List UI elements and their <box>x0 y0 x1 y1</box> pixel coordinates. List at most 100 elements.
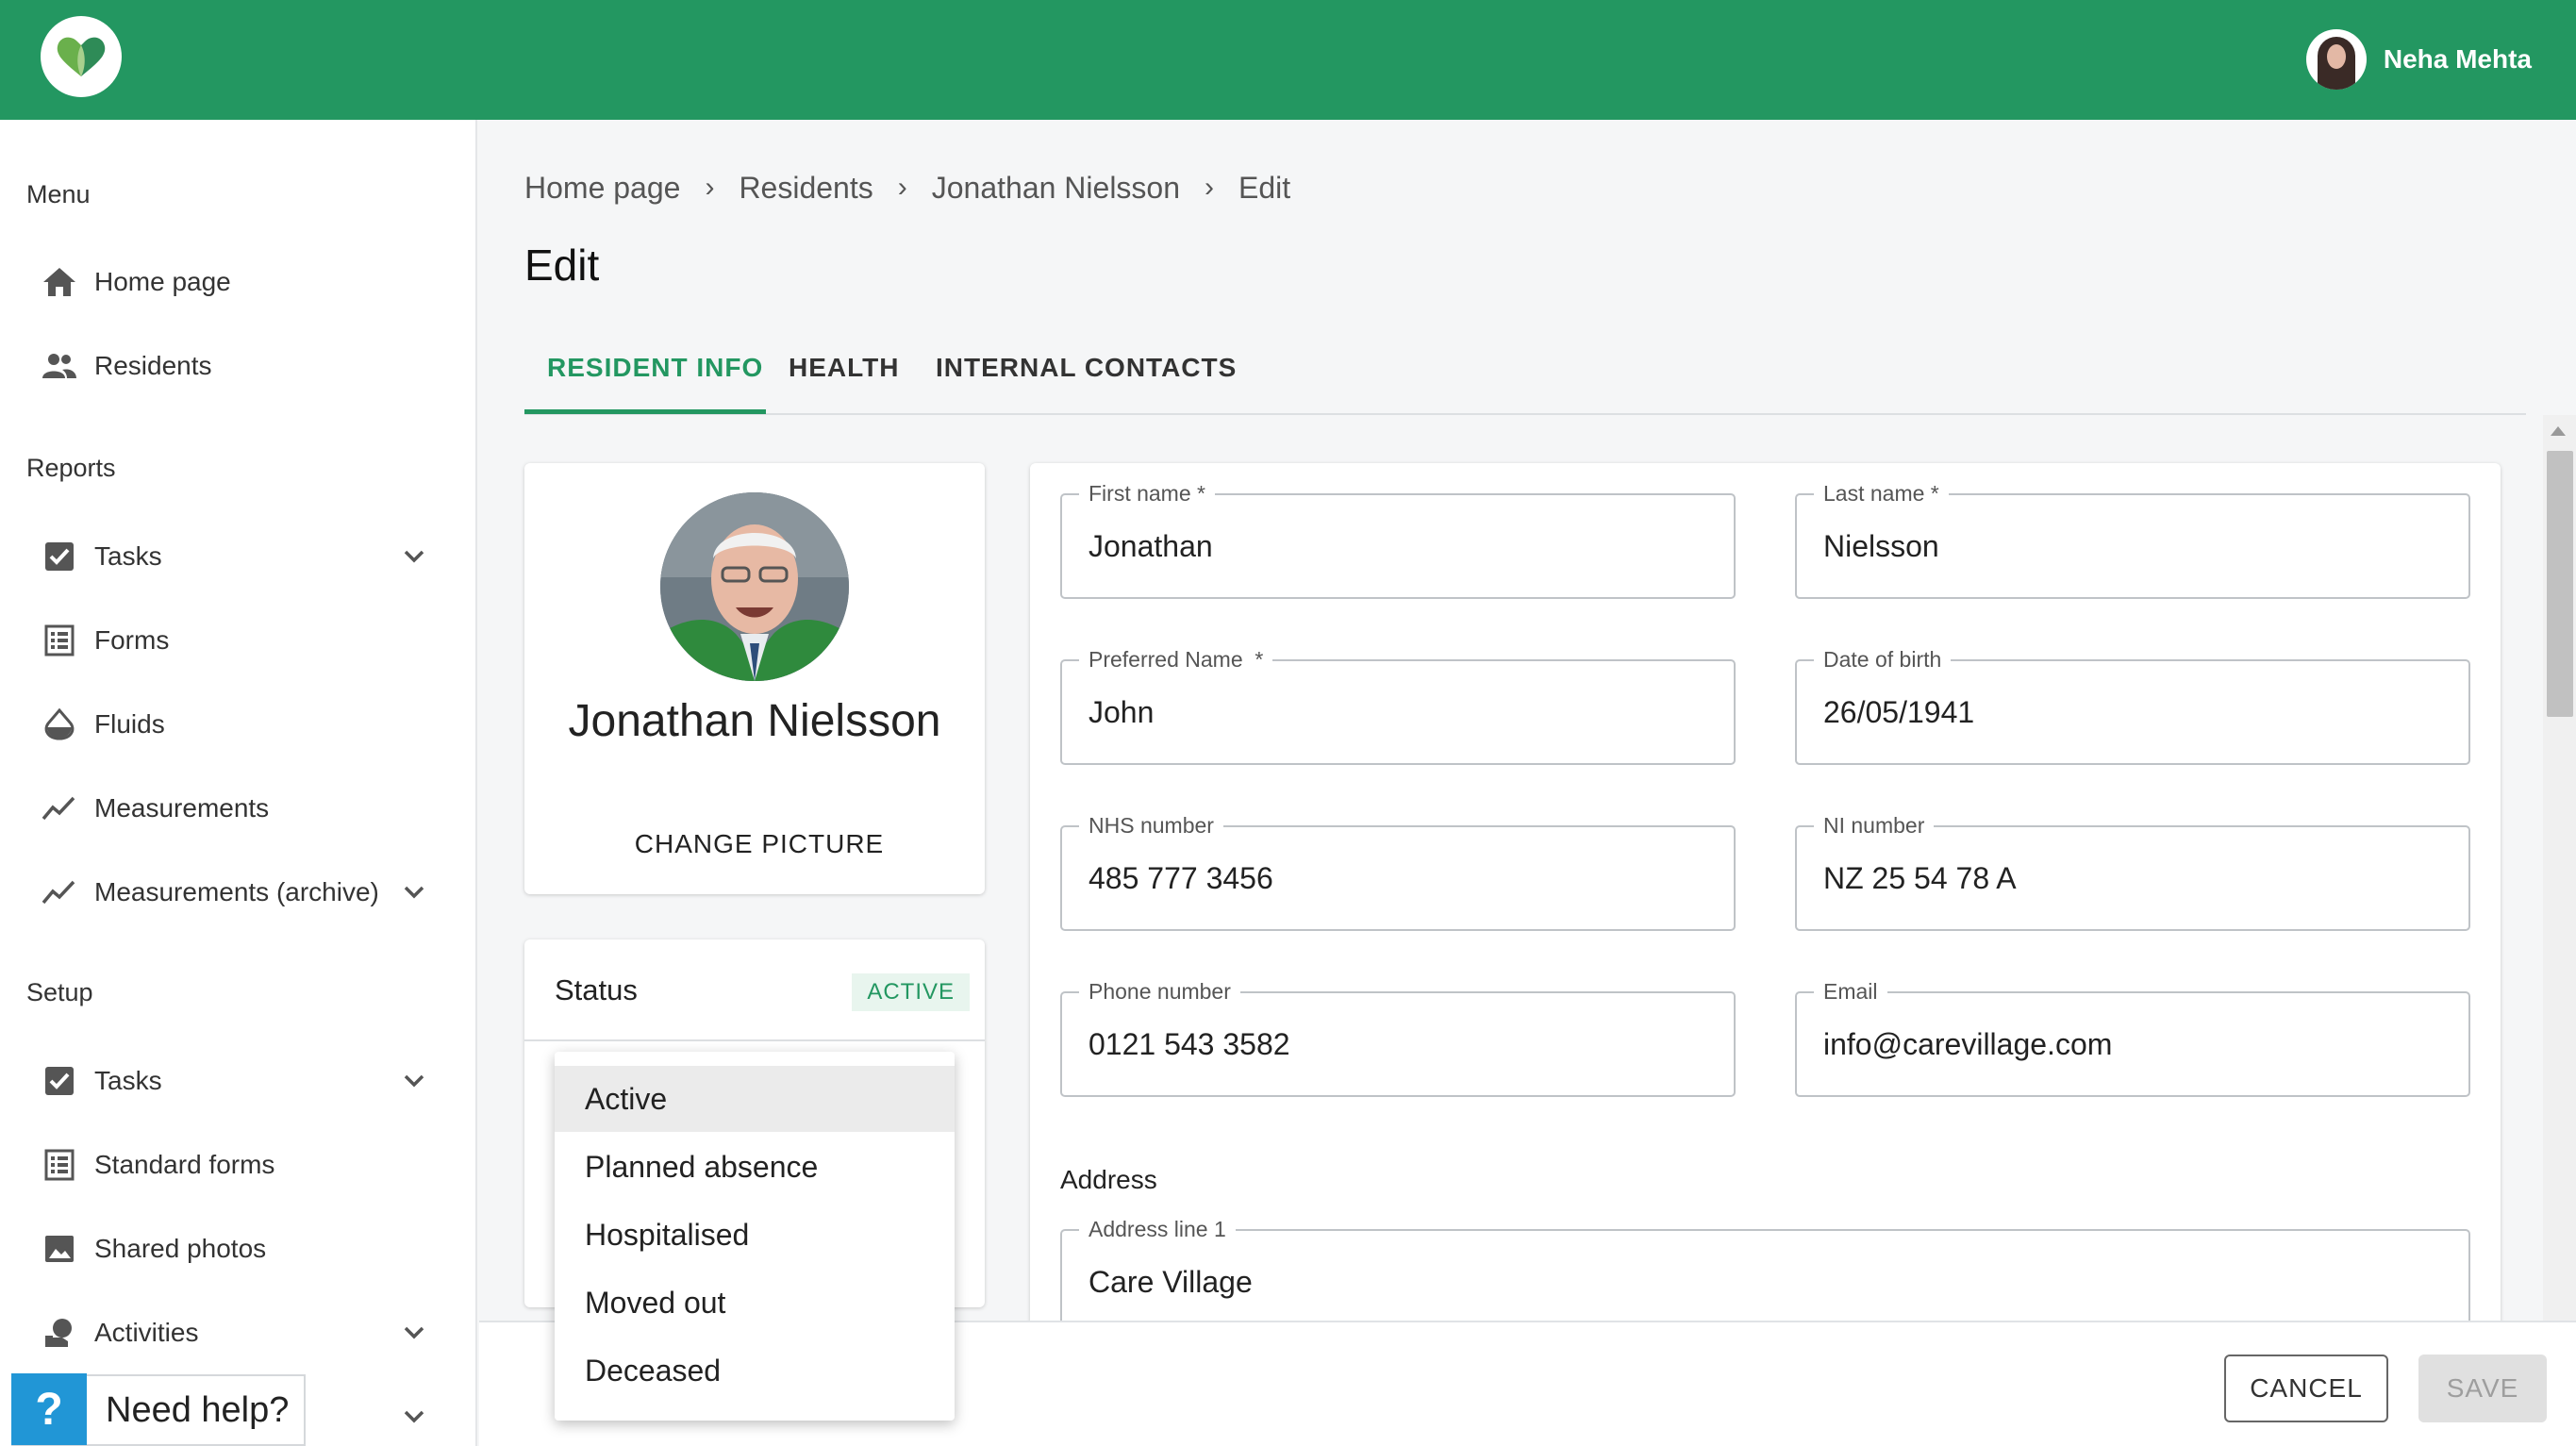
date-of-birth-value[interactable]: 26/05/1941 <box>1823 695 1974 730</box>
ni-number-field[interactable]: NI number NZ 25 54 78 A <box>1795 812 2470 931</box>
chevron-right-icon: › <box>705 172 715 203</box>
ni-number-label: NI number <box>1814 812 1935 839</box>
status-option-active[interactable]: Active <box>555 1066 955 1132</box>
breadcrumb: Home page › Residents › Jonathan Nielsso… <box>524 168 1290 208</box>
cancel-button[interactable]: CANCEL <box>2224 1355 2388 1422</box>
sidebar-item-label: Measurements <box>94 793 270 823</box>
sidebar-item-fluids[interactable]: Fluids <box>0 691 475 757</box>
last-name-field[interactable]: Last name * Nielsson <box>1795 480 2470 599</box>
sidebar-item-tasks[interactable]: Tasks <box>0 524 475 590</box>
address-line-1-value[interactable]: Care Village <box>1089 1265 1253 1300</box>
chevron-down-icon[interactable] <box>400 1069 428 1093</box>
page-title: Edit <box>524 241 600 290</box>
chevron-down-icon[interactable] <box>400 1321 428 1345</box>
tab-indicator <box>524 409 766 414</box>
tab-health[interactable]: HEALTH <box>789 353 899 383</box>
list-icon <box>44 624 75 657</box>
drop-icon <box>44 708 75 740</box>
activity-icon <box>45 1319 72 1347</box>
care-heart-logo-icon[interactable] <box>41 16 122 97</box>
date-of-birth-field[interactable]: Date of birth 26/05/1941 <box>1795 646 2470 765</box>
trend-icon <box>42 796 75 821</box>
scrollbar-thumb[interactable] <box>2547 451 2573 717</box>
status-option-moved-out[interactable]: Moved out <box>555 1270 955 1336</box>
image-icon <box>45 1236 74 1262</box>
breadcrumb-home[interactable]: Home page <box>524 171 680 206</box>
nhs-number-label: NHS number <box>1079 812 1223 839</box>
sidebar-item-label: Standard forms <box>94 1150 275 1179</box>
nhs-number-value[interactable]: 485 777 3456 <box>1089 861 1273 896</box>
sidebar-item-measurements-archive[interactable]: Measurements (archive) <box>0 859 475 925</box>
help-icon: ? <box>11 1373 87 1445</box>
sidebar-item-label: Forms <box>94 625 170 655</box>
scroll-up-arrow-icon[interactable] <box>2551 426 2566 436</box>
trend-icon <box>42 880 75 905</box>
resident-info-form: First name * Jonathan Last name * Nielss… <box>1030 463 2501 1446</box>
sidebar-item-label: Shared photos <box>94 1234 267 1263</box>
profile-card: Jonathan Nielsson CHANGE PICTURE <box>524 463 985 894</box>
need-help-button[interactable]: ? Need help? <box>11 1373 306 1446</box>
sidebar-section-reports: Reports <box>26 454 116 482</box>
user-name: Neha Mehta <box>2383 44 2532 74</box>
sidebar-item-shared-photos[interactable]: Shared photos <box>0 1216 475 1282</box>
first-name-field[interactable]: First name * Jonathan <box>1060 480 1736 599</box>
change-picture-button[interactable]: CHANGE PICTURE <box>524 829 985 859</box>
breadcrumb-residents[interactable]: Residents <box>739 171 873 206</box>
top-bar: Neha Mehta <box>0 0 2576 120</box>
email-value[interactable]: info@carevillage.com <box>1823 1027 2112 1062</box>
sidebar-item-label: Home page <box>94 267 231 296</box>
sidebar-item-residents[interactable]: Residents <box>0 333 475 399</box>
status-dropdown-menu: Active Planned absence Hospitalised Move… <box>555 1052 955 1421</box>
sidebar-section-menu: Menu <box>26 180 91 208</box>
phone-number-field[interactable]: Phone number 0121 543 3582 <box>1060 978 1736 1097</box>
sidebar-item-label: Activities <box>94 1318 199 1347</box>
chevron-right-icon: › <box>897 172 907 203</box>
sidebar-item-activities[interactable]: Activities <box>0 1300 475 1366</box>
last-name-label: Last name * <box>1814 480 1949 507</box>
sidebar-item-setup-tasks[interactable]: Tasks <box>0 1048 475 1114</box>
tab-bar: RESIDENT INFO HEALTH INTERNAL CONTACTS <box>524 340 2526 415</box>
address-line-1-field[interactable]: Address line 1 Care Village <box>1060 1216 2470 1335</box>
user-menu[interactable]: Neha Mehta <box>2305 28 2532 91</box>
preferred-name-value[interactable]: John <box>1089 695 1154 730</box>
email-field[interactable]: Email info@carevillage.com <box>1795 978 2470 1097</box>
resident-avatar[interactable] <box>660 492 849 681</box>
sidebar-item-forms[interactable]: Forms <box>0 607 475 673</box>
sidebar-item-standard-forms[interactable]: Standard forms <box>0 1132 475 1198</box>
chevron-down-icon[interactable] <box>400 1404 428 1429</box>
address-section-title: Address <box>1060 1165 1157 1194</box>
first-name-value[interactable]: Jonathan <box>1089 529 1213 564</box>
need-help-label: Need help? <box>106 1389 290 1430</box>
chevron-down-icon[interactable] <box>400 544 428 569</box>
divider <box>524 1039 985 1041</box>
sidebar-section-setup: Setup <box>26 978 93 1006</box>
status-option-planned-absence[interactable]: Planned absence <box>555 1134 955 1200</box>
phone-number-label: Phone number <box>1079 978 1240 1005</box>
email-label: Email <box>1814 978 1887 1005</box>
nhs-number-field[interactable]: NHS number 485 777 3456 <box>1060 812 1736 931</box>
sidebar-item-measurements[interactable]: Measurements <box>0 775 475 841</box>
breadcrumb-current: Edit <box>1238 170 1291 205</box>
resident-name: Jonathan Nielsson <box>568 696 941 746</box>
breadcrumb-resident[interactable]: Jonathan Nielsson <box>932 171 1180 206</box>
address-line-1-label: Address line 1 <box>1079 1216 1236 1242</box>
user-avatar <box>2305 29 2367 90</box>
date-of-birth-label: Date of birth <box>1814 646 1952 673</box>
sidebar-item-label: Measurements (archive) <box>94 877 379 906</box>
chevron-down-icon[interactable] <box>400 880 428 905</box>
save-button[interactable]: SAVE <box>2418 1355 2547 1422</box>
list-icon <box>44 1149 75 1181</box>
checkbox-icon <box>45 542 74 571</box>
last-name-value[interactable]: Nielsson <box>1823 529 1939 564</box>
tab-resident-info[interactable]: RESIDENT INFO <box>547 353 763 383</box>
ni-number-value[interactable]: NZ 25 54 78 A <box>1823 861 2017 896</box>
status-option-hospitalised[interactable]: Hospitalised <box>555 1202 955 1268</box>
preferred-name-field[interactable]: Preferred Name * John <box>1060 646 1736 765</box>
tab-internal-contacts[interactable]: INTERNAL CONTACTS <box>936 353 1237 383</box>
status-option-deceased[interactable]: Deceased <box>555 1338 955 1404</box>
preferred-name-label: Preferred Name * <box>1079 646 1273 673</box>
phone-number-value[interactable]: 0121 543 3582 <box>1089 1027 1290 1062</box>
first-name-label: First name * <box>1079 480 1215 507</box>
sidebar: Menu Home page Residents Reports Tasks F… <box>0 120 477 1446</box>
sidebar-item-home-page[interactable]: Home page <box>0 249 475 315</box>
